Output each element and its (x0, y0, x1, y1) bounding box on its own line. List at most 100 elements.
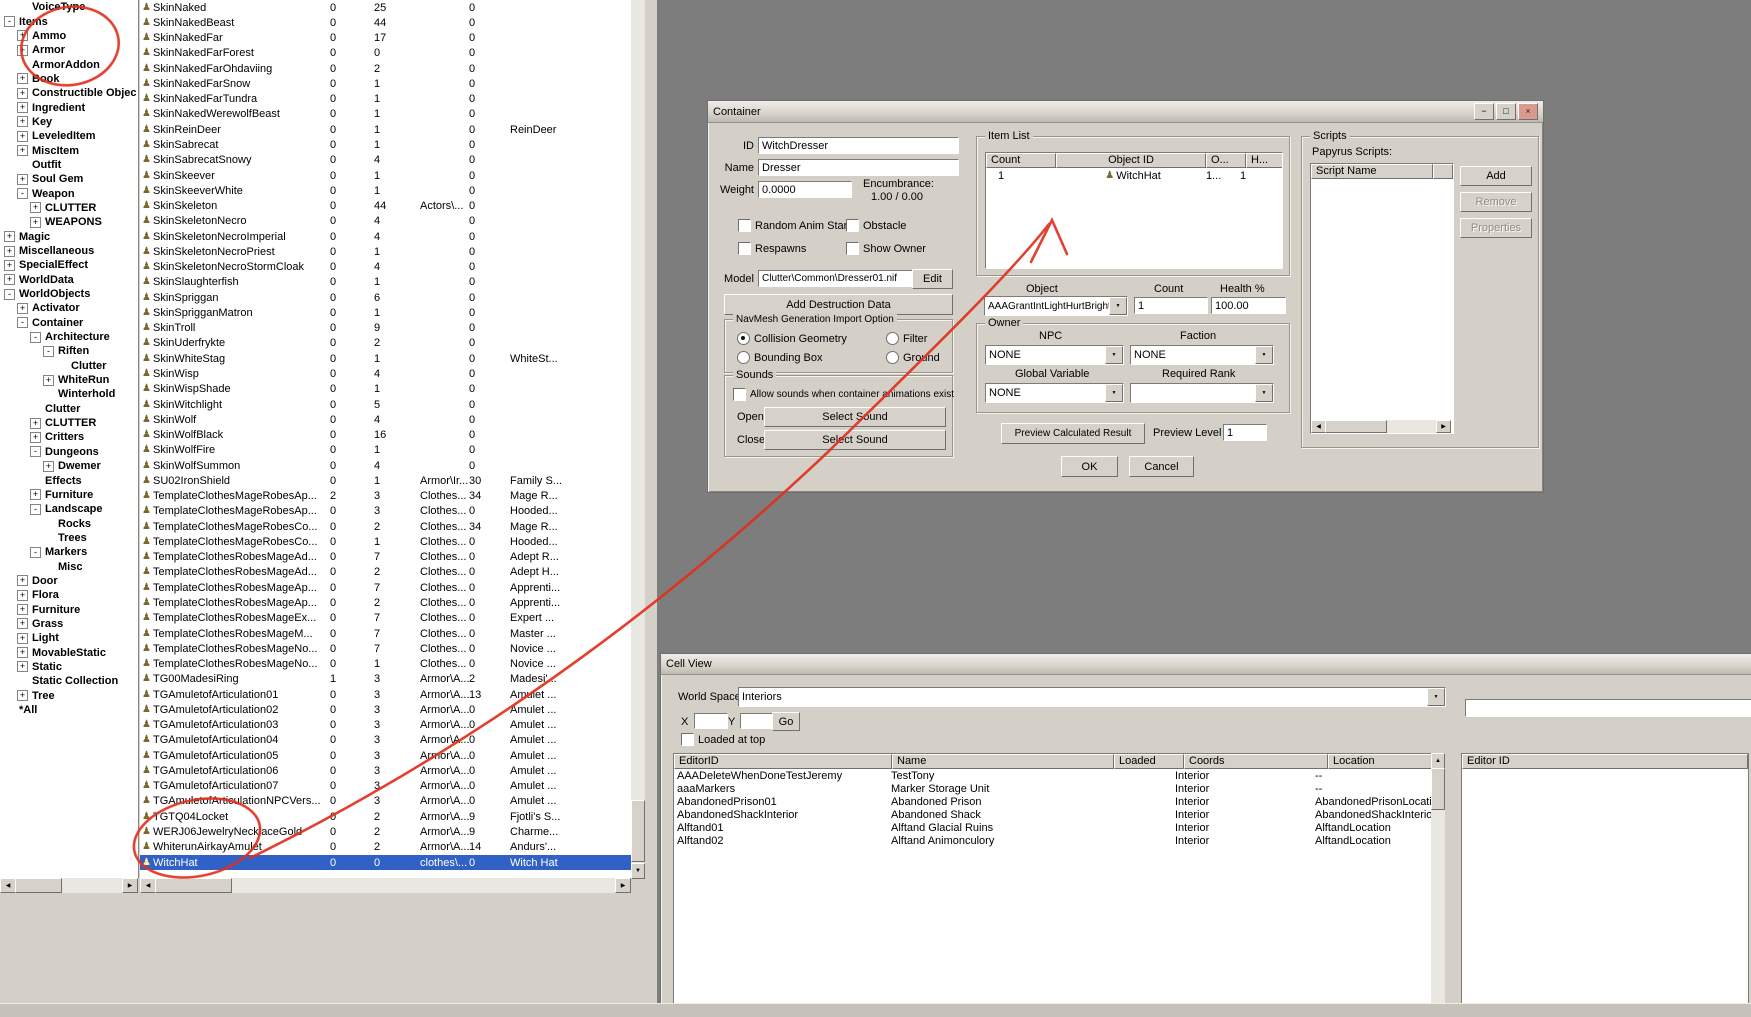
object-row[interactable]: ♟ SkinNaked 0 25 0 (140, 0, 631, 15)
object-row[interactable]: ♟ TGAmuletofArticulation07 0 3 Armor\A... 0 Am… (140, 779, 631, 794)
scrollbar-thumb[interactable] (1325, 420, 1387, 433)
collapse-minus-icon[interactable]: - (17, 188, 28, 200)
dropdown-arrow-icon[interactable]: ▼ (1255, 384, 1273, 402)
close-button[interactable]: × (1518, 103, 1538, 120)
filter-radio[interactable]: Filter (886, 332, 927, 345)
x-input[interactable] (694, 713, 728, 729)
column-header-loaded[interactable]: Loaded (1114, 754, 1184, 769)
tree-item[interactable]: + Grass (0, 617, 138, 631)
object-row[interactable]: ♟ SkinUderfrykte 0 2 0 (140, 336, 631, 351)
object-row[interactable]: ♟ TGAmuletofArticulation04 0 3 Armor\A... 0 Am… (140, 733, 631, 748)
maximize-button[interactable]: □ (1496, 103, 1516, 120)
tree-item[interactable]: + SpecialEffect (0, 258, 138, 272)
object-row[interactable]: ♟ TGAmuletofArticulation05 0 3 Armor\A... 0 Am… (140, 748, 631, 763)
expand-plus-icon[interactable]: + (17, 130, 28, 142)
tree-item[interactable]: + Soul Gem (0, 172, 138, 186)
tree-item[interactable]: - Weapon (0, 186, 138, 200)
object-row[interactable]: ♟ TGAmuletofArticulationNPCVers... 0 3 Armor… (140, 794, 631, 809)
global-variable-dropdown[interactable]: NONE ▼ (985, 383, 1124, 403)
object-category-tree[interactable]: VoiceType - Items + Ammo + Armor ArmorAddon + Boo… (0, 0, 139, 878)
object-list-vscrollbar[interactable]: ▼ (631, 0, 645, 879)
script-list[interactable]: Script Name ◀ ▶ (1310, 163, 1454, 434)
cell-row[interactable]: aaaMarkers Marker Storage Unit Interior -- (674, 782, 1432, 795)
script-properties-button[interactable]: Properties (1460, 218, 1532, 238)
object-row[interactable]: ♟ SkinSkeleton 0 44 Actors\... 0 (140, 198, 631, 213)
tree-item[interactable]: + Furniture (0, 488, 138, 502)
tree-item[interactable]: - WorldObjects (0, 287, 138, 301)
object-row[interactable]: ♟ TemplateClothesRobesMageAd... 0 2 Clothes.… (140, 565, 631, 580)
object-row[interactable]: ♟ TemplateClothesMageRobesAp... 0 3 Clothes.… (140, 504, 631, 519)
allow-sounds-checkbox[interactable]: Allow sounds when container animations e… (733, 388, 954, 401)
tree-item[interactable]: Winterhold (0, 387, 138, 401)
tree-item[interactable]: + WorldData (0, 273, 138, 287)
object-row[interactable]: ♟ SkinSabrecatSnowy 0 4 0 (140, 153, 631, 168)
tree-item[interactable]: Effects (0, 473, 138, 487)
expand-plus-icon[interactable]: + (30, 202, 41, 214)
tree-item[interactable]: - Container (0, 316, 138, 330)
object-row[interactable]: ♟ SkinNakedFar 0 17 0 (140, 31, 631, 46)
tree-item[interactable]: + MovableStatic (0, 645, 138, 659)
cell-object-list[interactable]: Editor ID (1461, 753, 1749, 1017)
tree-item[interactable]: VoiceType (0, 0, 138, 14)
scroll-right-icon[interactable]: ▶ (615, 878, 631, 893)
tree-item[interactable]: Clutter (0, 402, 138, 416)
object-row[interactable]: ♟ SkinWhiteStag 0 1 0 WhiteSt... (140, 351, 631, 366)
object-row[interactable]: ♟ SkinNakedFarTundra 0 1 0 (140, 92, 631, 107)
item-list[interactable]: Count Object ID O... H... V... 1 ♟WitchH… (985, 152, 1283, 269)
model-input[interactable]: Clutter\Common\Dresser01.nif (758, 270, 913, 287)
expand-plus-icon[interactable]: + (17, 145, 28, 157)
expand-plus-icon[interactable]: + (4, 231, 15, 243)
expand-plus-icon[interactable]: + (17, 116, 28, 128)
expand-plus-icon[interactable]: + (17, 30, 28, 42)
respawns-checkbox[interactable]: Respawns (738, 242, 806, 255)
collapse-minus-icon[interactable]: - (30, 331, 41, 343)
world-space-dropdown[interactable]: Interiors ▼ (738, 687, 1446, 707)
object-row[interactable]: ♟ SkinTroll 0 9 0 (140, 321, 631, 336)
cell-table[interactable]: EditorID Name Loaded Coords Location AAA… (673, 753, 1433, 1017)
expand-plus-icon[interactable]: + (17, 618, 28, 630)
tree-item[interactable]: + WEAPONS (0, 215, 138, 229)
tree-item[interactable]: Static Collection (0, 674, 138, 688)
object-row[interactable]: ♟ SkinSprigganMatron 0 1 0 (140, 305, 631, 320)
object-row[interactable]: ♟ WERJ06JewelryNecklaceGold 0 2 Armor\A... 9 C… (140, 824, 631, 839)
tree-item[interactable]: + Miscellaneous (0, 244, 138, 258)
dropdown-arrow-icon[interactable]: ▼ (1105, 384, 1123, 402)
expand-plus-icon[interactable]: + (17, 44, 28, 56)
dropdown-arrow-icon[interactable]: ▼ (1105, 346, 1123, 364)
tree-item[interactable]: + Furniture (0, 602, 138, 616)
tree-item[interactable]: ArmorAddon (0, 57, 138, 71)
health-input[interactable]: 100.00 (1211, 297, 1286, 314)
cell-filter-input[interactable] (1465, 699, 1751, 717)
scrollbar-thumb[interactable] (155, 878, 232, 893)
object-row[interactable]: ♟ SkinNakedFarSnow 0 1 0 (140, 76, 631, 91)
object-row[interactable]: ♟ TGAmuletofArticulation03 0 3 Armor\A... 0 Am… (140, 717, 631, 732)
scrollbar-thumb[interactable] (15, 878, 62, 893)
expand-plus-icon[interactable]: + (30, 489, 41, 501)
column-header-editorid[interactable]: EditorID (674, 754, 892, 769)
object-list-hscrollbar[interactable]: ◀ ▶ (140, 878, 631, 893)
object-row[interactable]: ♟ SU02IronShield 0 1 Armor\Ir... 30 Family S..… (140, 473, 631, 488)
tree-item[interactable]: + Key (0, 115, 138, 129)
weight-input[interactable]: 0.0000 (758, 181, 852, 198)
tree-item[interactable]: + CLUTTER (0, 416, 138, 430)
expand-plus-icon[interactable]: + (17, 604, 28, 616)
container-dialog-titlebar[interactable]: Container − □ × (708, 101, 1543, 123)
object-row[interactable]: ♟ TemplateClothesRobesMageAp... 0 7 Clothes.… (140, 580, 631, 595)
tree-item[interactable]: + Ingredient (0, 100, 138, 114)
expand-plus-icon[interactable]: + (17, 690, 28, 702)
cell-row[interactable]: AbandonedPrison01 Abandoned Prison Interio… (674, 795, 1432, 808)
expand-plus-icon[interactable]: + (17, 73, 28, 85)
expand-plus-icon[interactable]: + (17, 661, 28, 673)
expand-plus-icon[interactable]: + (17, 575, 28, 587)
go-button[interactable]: Go (772, 712, 800, 731)
expand-plus-icon[interactable]: + (17, 302, 28, 314)
object-row[interactable]: ♟ TGAmuletofArticulation02 0 3 Armor\A... 0 Am… (140, 702, 631, 717)
required-rank-dropdown[interactable]: ▼ (1130, 383, 1274, 403)
expand-plus-icon[interactable]: + (30, 417, 41, 429)
tree-item[interactable]: + Door (0, 574, 138, 588)
expand-plus-icon[interactable]: + (17, 647, 28, 659)
script-list-hscrollbar[interactable]: ◀ ▶ (1311, 420, 1451, 433)
object-row[interactable]: ♟ SkinSkeever 0 1 0 (140, 168, 631, 183)
dropdown-arrow-icon[interactable]: ▼ (1427, 688, 1445, 706)
expand-plus-icon[interactable]: + (30, 216, 41, 228)
